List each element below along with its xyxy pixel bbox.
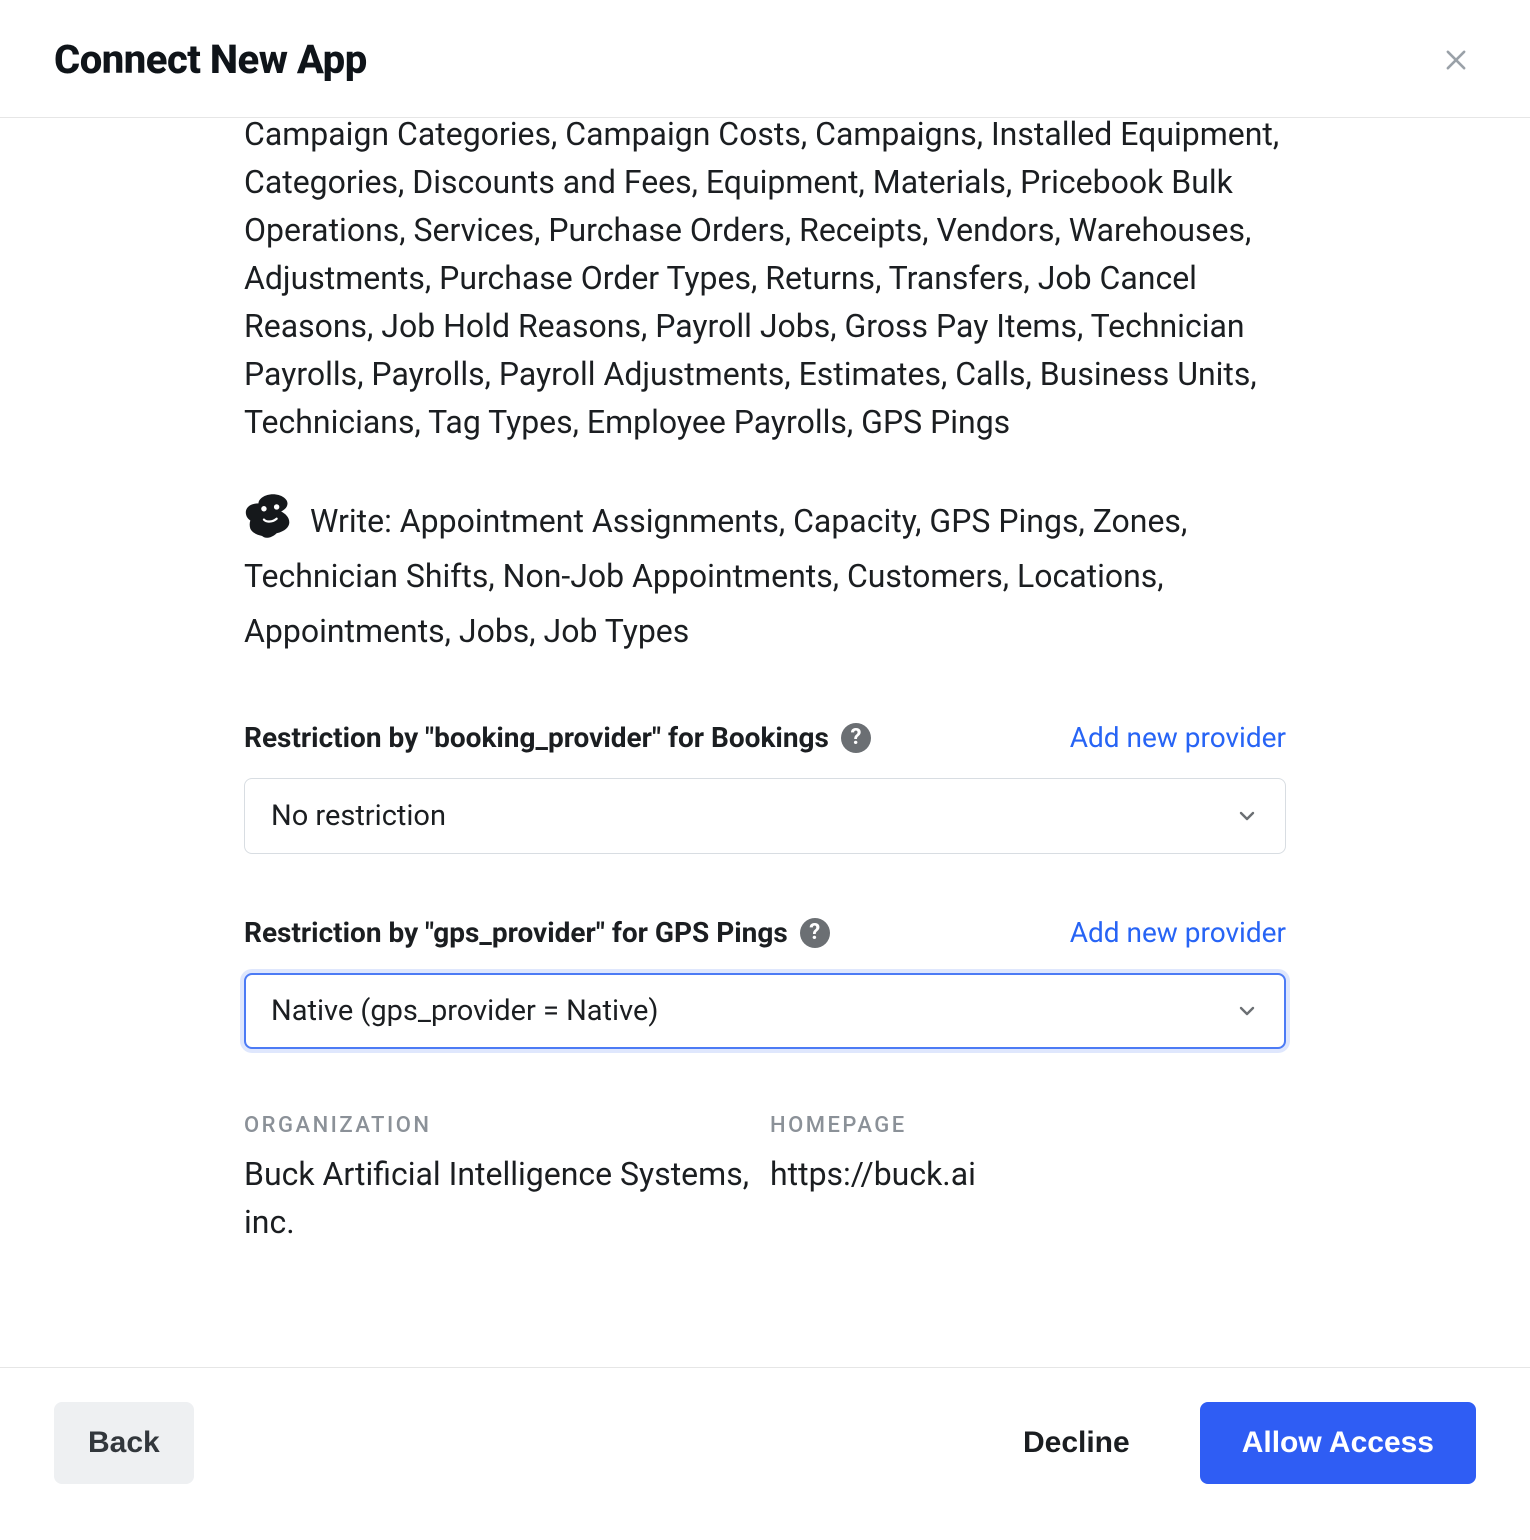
chevron-down-icon [1235,804,1259,828]
booking-restriction-header: Restriction by "booking_provider" for Bo… [244,721,1286,754]
write-icon [244,490,302,542]
booking-restriction-label: Restriction by "booking_provider" for Bo… [244,721,829,754]
footer-actions: Decline Allow Access [1011,1402,1476,1484]
gps-restriction-label: Restriction by "gps_provider" for GPS Pi… [244,916,788,949]
homepage-value: https://buck.ai [770,1150,1286,1198]
modal-header: Connect New App [0,0,1530,118]
app-info-grid: ORGANIZATION Buck Artificial Intelligenc… [244,1113,1286,1246]
homepage-block: HOMEPAGE https://buck.ai [770,1113,1286,1246]
close-icon [1442,62,1470,77]
booking-provider-select[interactable]: No restriction [244,778,1286,854]
page-title: Connect New App [54,36,367,83]
gps-provider-select[interactable]: Native (gps_provider = Native) [244,973,1286,1049]
booking-provider-selected: No restriction [271,799,446,833]
help-icon[interactable]: ? [841,723,871,753]
chevron-down-icon [1235,999,1259,1023]
write-permissions-block: Write: Appointment Assignments, Capacity… [244,490,1286,659]
modal-body: Campaign Categories, Campaign Costs, Cam… [0,118,1530,1367]
decline-button[interactable]: Decline [1011,1402,1142,1484]
booking-restriction-section: Restriction by "booking_provider" for Bo… [244,721,1286,854]
homepage-label: HOMEPAGE [770,1113,1286,1138]
organization-value: Buck Artificial Intelligence Systems, in… [244,1150,760,1246]
organization-block: ORGANIZATION Buck Artificial Intelligenc… [244,1113,760,1246]
add-gps-provider-link[interactable]: Add new provider [1070,916,1286,949]
organization-label: ORGANIZATION [244,1113,760,1138]
booking-label-wrap: Restriction by "booking_provider" for Bo… [244,721,871,754]
modal-footer: Back Decline Allow Access [0,1367,1530,1540]
gps-restriction-header: Restriction by "gps_provider" for GPS Pi… [244,916,1286,949]
connect-app-modal: Connect New App Campaign Categories, Cam… [0,0,1530,1540]
read-permissions-text: Campaign Categories, Campaign Costs, Cam… [244,118,1286,446]
back-button[interactable]: Back [54,1402,194,1484]
gps-label-wrap: Restriction by "gps_provider" for GPS Pi… [244,916,830,949]
content-column: Campaign Categories, Campaign Costs, Cam… [244,118,1286,1367]
write-label: Write: [310,502,392,540]
help-icon[interactable]: ? [800,918,830,948]
gps-provider-selected: Native (gps_provider = Native) [271,994,658,1028]
allow-access-button[interactable]: Allow Access [1200,1402,1476,1484]
close-button[interactable] [1436,40,1476,80]
add-booking-provider-link[interactable]: Add new provider [1070,721,1286,754]
gps-restriction-section: Restriction by "gps_provider" for GPS Pi… [244,916,1286,1049]
